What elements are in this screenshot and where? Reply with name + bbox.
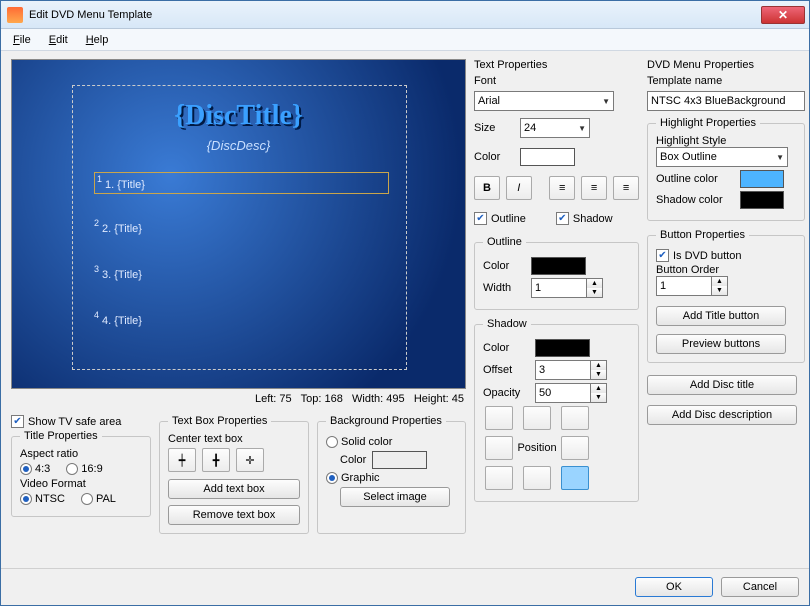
title-item-2[interactable]: 22. {Title} (94, 218, 142, 236)
add-title-button[interactable]: Add Title button (656, 306, 786, 326)
text-properties-heading: Text Properties (474, 59, 639, 71)
menubar: File Edit Help (1, 29, 809, 51)
content-area: {DiscTitle} {DiscDesc} 11. {Title} 22. {… (1, 51, 809, 568)
menu-help[interactable]: Help (78, 32, 117, 48)
shadow-group: Shadow Color Offset 3▲▼ Opacity 50▲▼ Pos… (474, 318, 639, 502)
button-order-spinner[interactable]: 1▲▼ (656, 276, 728, 296)
ntsc-radio[interactable]: NTSC (20, 493, 65, 505)
is-dvd-button-checkbox[interactable]: ✔Is DVD button (656, 249, 796, 262)
center-both-button[interactable]: ✛ (236, 448, 264, 472)
pos-mr[interactable] (561, 436, 589, 460)
background-properties-group: Background Properties Solid color Color … (317, 415, 466, 534)
dialog-footer: OK Cancel (1, 568, 809, 605)
add-disc-title-button[interactable]: Add Disc title (647, 375, 797, 395)
outline-color-swatch[interactable] (531, 257, 586, 275)
bg-solid-radio[interactable]: Solid color (326, 436, 392, 448)
status-coords: Left: 75 Top: 168 Width: 495 Height: 45 (11, 389, 466, 409)
outline-checkbox[interactable]: ✔Outline (474, 212, 526, 225)
textbox-properties-group: Text Box Properties Center text box ┿ ╋ … (159, 415, 309, 534)
outline-width-spinner[interactable]: 1▲▼ (531, 278, 603, 298)
align-left-button[interactable]: ≡ (549, 176, 575, 200)
aspect-169-radio[interactable]: 16:9 (66, 463, 102, 475)
pos-bl[interactable] (485, 466, 513, 490)
select-image-button[interactable]: Select image (340, 487, 450, 507)
text-color-swatch[interactable] (520, 148, 575, 166)
highlight-outline-color[interactable] (740, 170, 784, 188)
template-name-input[interactable]: NTSC 4x3 BlueBackground (647, 91, 805, 111)
title-item-4[interactable]: 44. {Title} (94, 310, 142, 328)
align-right-button[interactable]: ≡ (613, 176, 639, 200)
align-center-button[interactable]: ≡ (581, 176, 607, 200)
bg-color-swatch[interactable] (372, 451, 427, 469)
font-combo[interactable]: Arial▼ (474, 91, 614, 111)
shadow-checkbox[interactable]: ✔Shadow (556, 212, 613, 225)
close-button[interactable]: ✕ (761, 6, 805, 24)
shadow-opacity-spinner[interactable]: 50▲▼ (535, 383, 607, 403)
pos-bc[interactable] (523, 466, 551, 490)
center-h-button[interactable]: ┿ (168, 448, 196, 472)
menu-file[interactable]: File (5, 32, 39, 48)
window-title: Edit DVD Menu Template (29, 9, 761, 21)
title-properties-group: Title Properties Aspect ratio 4:3 16:9 V… (11, 430, 151, 517)
highlight-style-combo[interactable]: Box Outline▼ (656, 147, 788, 167)
pos-tl[interactable] (485, 406, 513, 430)
app-icon (7, 7, 23, 23)
button-properties-group: Button Properties ✔Is DVD button Button … (647, 229, 805, 363)
title-item-3[interactable]: 33. {Title} (94, 264, 142, 282)
bg-graphic-radio[interactable]: Graphic (326, 472, 380, 484)
highlight-properties-group: Highlight Properties Highlight Style Box… (647, 117, 805, 221)
show-safe-area-checkbox[interactable]: ✔Show TV safe area (11, 415, 151, 428)
center-v-button[interactable]: ╋ (202, 448, 230, 472)
remove-textbox-button[interactable]: Remove text box (168, 505, 300, 525)
preview-buttons-button[interactable]: Preview buttons (656, 334, 786, 354)
pos-tc[interactable] (523, 406, 551, 430)
dvd-properties-heading: DVD Menu Properties (647, 59, 805, 71)
titlebar: Edit DVD Menu Template ✕ (1, 1, 809, 29)
highlight-shadow-color[interactable] (740, 191, 784, 209)
pos-ml[interactable] (485, 436, 513, 460)
bold-button[interactable]: B (474, 176, 500, 200)
pal-radio[interactable]: PAL (81, 493, 116, 505)
shadow-color-swatch[interactable] (535, 339, 590, 357)
add-disc-desc-button[interactable]: Add Disc description (647, 405, 797, 425)
pos-tr[interactable] (561, 406, 589, 430)
pos-br[interactable] (561, 466, 589, 490)
disc-title-text[interactable]: {DiscTitle} (174, 100, 303, 132)
title-item-1[interactable]: 11. {Title} (94, 172, 389, 194)
dialog-window: Edit DVD Menu Template ✕ File Edit Help … (0, 0, 810, 606)
cancel-button[interactable]: Cancel (721, 577, 799, 597)
add-textbox-button[interactable]: Add text box (168, 479, 300, 499)
disc-desc-text[interactable]: {DiscDesc} (207, 138, 271, 153)
aspect-43-radio[interactable]: 4:3 (20, 463, 50, 475)
outline-group: Outline Color Width 1▲▼ (474, 236, 639, 310)
preview-canvas[interactable]: {DiscTitle} {DiscDesc} 11. {Title} 22. {… (11, 59, 466, 389)
shadow-offset-spinner[interactable]: 3▲▼ (535, 360, 607, 380)
ok-button[interactable]: OK (635, 577, 713, 597)
italic-button[interactable]: I (506, 176, 532, 200)
size-combo[interactable]: 24▼ (520, 118, 590, 138)
menu-edit[interactable]: Edit (41, 32, 76, 48)
